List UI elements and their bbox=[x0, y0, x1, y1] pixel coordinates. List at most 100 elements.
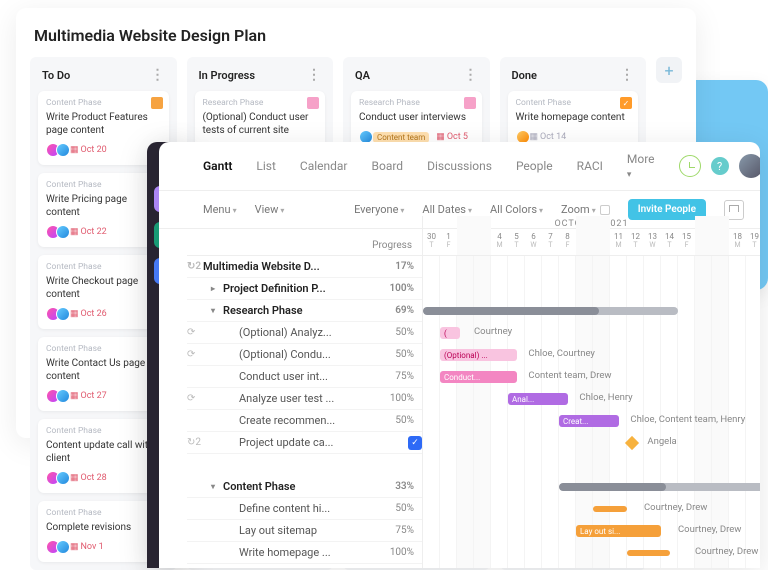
gantt-row[interactable]: Project Definition P...100% bbox=[187, 278, 422, 300]
card-date: ▦Oct 14 bbox=[530, 132, 567, 142]
gantt-row[interactable]: ↻2Project update ca...✓ bbox=[187, 432, 422, 454]
task-name: Conduct user int... bbox=[239, 370, 384, 383]
day-header: 19T bbox=[746, 216, 760, 255]
tab-people[interactable]: People bbox=[516, 159, 553, 173]
gantt-row[interactable]: ⟳Analyze user test ...100% bbox=[187, 388, 422, 410]
phase-summary-bar[interactable] bbox=[423, 307, 678, 315]
assignee-label: Content team, Drew bbox=[528, 370, 611, 381]
task-progress: 50% bbox=[384, 415, 422, 426]
gantt-row[interactable]: ⟳(Optional) Condu...50% bbox=[187, 344, 422, 366]
column-menu-icon[interactable]: ⋮ bbox=[620, 67, 634, 83]
day-header: 13W bbox=[644, 216, 661, 255]
card-phase: Content Phase bbox=[46, 262, 161, 272]
gantt-row[interactable]: Lay out sitemap75% bbox=[187, 520, 422, 542]
card-task: Write Checkout page content bbox=[46, 275, 161, 301]
card-date: ▦ Oct 28 bbox=[70, 473, 107, 483]
gantt-bar[interactable]: Lay out si... bbox=[576, 525, 661, 537]
gantt-row[interactable]: Write homepage ...100% bbox=[187, 542, 422, 564]
card-task: Write Product Features page content bbox=[46, 111, 161, 137]
assignee-label: Chloe, Henry bbox=[579, 392, 632, 403]
day-header: 5T bbox=[508, 216, 525, 255]
day-header: 1F bbox=[440, 216, 457, 255]
gantt-window: Gantt List Calendar Board Discussions Pe… bbox=[159, 142, 760, 568]
time-tracking-icon[interactable] bbox=[679, 155, 701, 177]
gantt-bar[interactable]: Anal... bbox=[508, 393, 568, 405]
gantt-bar[interactable]: (Optional) ... bbox=[440, 349, 517, 361]
column-title: To Do bbox=[42, 69, 70, 82]
milestone-check-icon: ✓ bbox=[408, 436, 422, 450]
gantt-row[interactable]: ⟳(Optional) Analyz...50% bbox=[187, 322, 422, 344]
tab-gantt[interactable]: Gantt bbox=[203, 159, 232, 173]
help-icon[interactable]: ? bbox=[711, 157, 729, 175]
column-menu-icon[interactable]: ⋮ bbox=[464, 67, 478, 83]
task-progress: 50% bbox=[384, 503, 422, 514]
assignee-avatars bbox=[46, 471, 66, 485]
gantt-row[interactable]: Research Phase69% bbox=[187, 300, 422, 322]
card-tag-icon bbox=[464, 97, 476, 109]
column-title: QA bbox=[355, 69, 370, 82]
gantt-row[interactable]: Conduct user int...75% bbox=[187, 366, 422, 388]
task-name: Multimedia Website D... bbox=[203, 260, 384, 273]
toolbar-menu[interactable]: Menu bbox=[203, 203, 237, 216]
card-task: Conduct user interviews bbox=[359, 111, 474, 124]
tab-raci[interactable]: RACI bbox=[577, 159, 603, 173]
gantt-bar[interactable]: ( bbox=[440, 327, 460, 339]
card-date: ▦ Oct 20 bbox=[70, 145, 107, 155]
tab-calendar[interactable]: Calendar bbox=[300, 159, 348, 173]
card-task: (Optional) Conduct user tests of current… bbox=[203, 111, 318, 137]
day-header bbox=[712, 216, 729, 255]
gantt-bar[interactable]: Creat... bbox=[559, 415, 619, 427]
gantt-bar[interactable]: Conduct... bbox=[440, 371, 517, 383]
task-name: Project Definition P... bbox=[223, 282, 384, 295]
gantt-row[interactable]: Define content hi...50% bbox=[187, 498, 422, 520]
tab-discussions[interactable]: Discussions bbox=[427, 159, 492, 173]
day-header bbox=[576, 216, 593, 255]
gantt-timeline[interactable]: OCTOBER 2021 30T1F4M5T6W7T8F11M12T13W14T… bbox=[423, 216, 760, 568]
calendar-icon: ▦ bbox=[530, 132, 539, 142]
day-header bbox=[593, 216, 610, 255]
column-menu-icon[interactable]: ⋮ bbox=[151, 67, 165, 83]
card-date: ▦ Nov 1 bbox=[70, 542, 104, 552]
toolbar-view[interactable]: View bbox=[255, 203, 285, 216]
view-tabs: Gantt List Calendar Board Discussions Pe… bbox=[159, 142, 760, 191]
calendar-icon: ▦ bbox=[70, 227, 79, 237]
gantt-row[interactable]: Content Phase33% bbox=[187, 476, 422, 498]
filter-colors[interactable]: All Colors bbox=[490, 203, 543, 216]
task-progress: 75% bbox=[384, 371, 422, 382]
gantt-bar[interactable] bbox=[593, 506, 627, 512]
card-task: Write homepage content bbox=[516, 111, 631, 124]
card-phase: Content Phase bbox=[46, 426, 161, 436]
assignee-label: Angela bbox=[647, 436, 676, 447]
gantt-row[interactable]: Create recommen...50% bbox=[187, 410, 422, 432]
filter-dates[interactable]: All Dates bbox=[422, 203, 472, 216]
day-header: 7T bbox=[542, 216, 559, 255]
task-name: Research Phase bbox=[223, 304, 384, 317]
day-header bbox=[474, 216, 491, 255]
profile-avatar[interactable] bbox=[739, 154, 760, 178]
day-header: 14T bbox=[661, 216, 678, 255]
card-phase: Content Phase bbox=[46, 344, 161, 354]
task-progress: 69% bbox=[384, 305, 422, 316]
row-status-icon: ⟳ bbox=[187, 327, 195, 338]
gantt-row[interactable]: ↻2Multimedia Website D...17% bbox=[187, 256, 422, 278]
assignee-label: Chloe, Content team, Henry bbox=[630, 414, 745, 425]
add-column-button[interactable]: + bbox=[656, 57, 682, 83]
task-name: Content Phase bbox=[223, 480, 384, 493]
column-menu-icon[interactable]: ⋮ bbox=[307, 67, 321, 83]
tab-list[interactable]: List bbox=[256, 159, 276, 173]
assignee-avatars bbox=[46, 540, 66, 554]
gantt-bar[interactable] bbox=[627, 550, 670, 556]
zoom-control[interactable]: Zoom bbox=[561, 203, 610, 216]
team-tag: Content team bbox=[373, 132, 429, 143]
tab-more[interactable]: More bbox=[627, 152, 655, 180]
task-name: Define content hi... bbox=[239, 502, 384, 515]
tab-board[interactable]: Board bbox=[372, 159, 404, 173]
phase-summary-bar[interactable] bbox=[559, 483, 760, 491]
assignee-label: Courtney, Drew bbox=[678, 524, 741, 535]
day-header: 4M bbox=[491, 216, 508, 255]
milestone-diamond[interactable] bbox=[625, 436, 639, 450]
card-date: ▦Oct 5 bbox=[436, 132, 468, 142]
filter-everyone[interactable]: Everyone bbox=[354, 203, 404, 216]
calendar-icon: ▦ bbox=[70, 309, 79, 319]
assignee-avatars bbox=[46, 389, 66, 403]
